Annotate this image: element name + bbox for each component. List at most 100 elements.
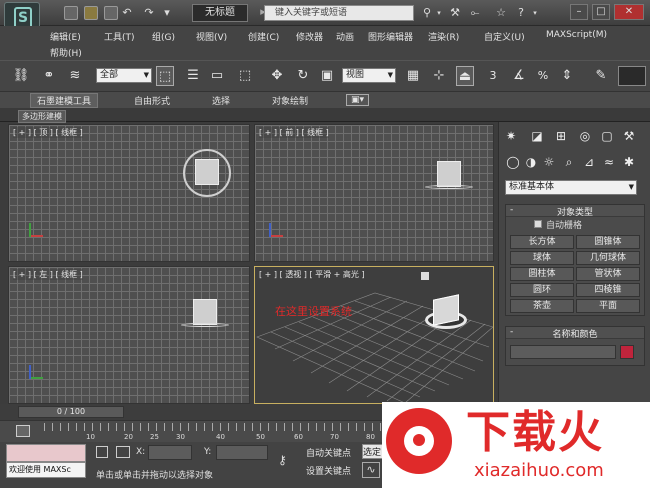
help-icon[interactable]: ? <box>514 7 528 19</box>
menu-customize[interactable]: 自定义(U) <box>484 30 525 43</box>
angle-snap-icon[interactable]: ∡ <box>510 66 528 86</box>
mini-curve-editor-icon[interactable] <box>16 425 30 437</box>
named-selection-field[interactable] <box>618 66 646 86</box>
geometry-icon[interactable]: ◯ <box>505 154 521 170</box>
key-filters-icon[interactable]: ∿ <box>362 462 380 478</box>
viewport-label-front[interactable]: [ + ] [ 前 ] [ 线框 ] <box>259 127 329 138</box>
tab-selection[interactable]: 选择 <box>212 94 230 107</box>
set-key-button[interactable]: 设置关键点 <box>306 464 351 478</box>
redo-icon[interactable]: ↷ <box>142 7 156 19</box>
menu-group[interactable]: 组(G) <box>152 30 175 43</box>
autogrid-checkbox[interactable] <box>534 220 542 228</box>
absolute-mode-icon[interactable] <box>116 446 130 458</box>
maximize-button[interactable]: □ <box>592 4 610 20</box>
menu-animation[interactable]: 动画 <box>336 30 354 43</box>
cone-button[interactable]: 圆锥体 <box>576 235 640 249</box>
space-warps-icon[interactable]: ≈ <box>601 154 617 170</box>
window-crossing-icon[interactable]: ⬚ <box>236 66 254 86</box>
menu-maxscript[interactable]: MAXScript(M) <box>546 30 607 40</box>
bind-space-warp-icon[interactable]: ≋ <box>66 66 84 86</box>
torus-button[interactable]: 圆环 <box>510 283 574 297</box>
link-icon[interactable]: ⛓ <box>12 66 30 86</box>
percent-snap-icon[interactable]: % <box>534 66 552 86</box>
menu-views[interactable]: 视图(V) <box>196 30 227 43</box>
keyboard-shortcut-override-icon[interactable]: ⏏ <box>456 66 474 86</box>
utilities-tab-icon[interactable]: ⚒ <box>621 128 637 144</box>
lock-selection-icon[interactable] <box>96 446 108 458</box>
cylinder-button[interactable]: 圆柱体 <box>510 267 574 281</box>
minimize-button[interactable]: – <box>570 4 588 20</box>
x-coord-field[interactable] <box>148 445 192 460</box>
auto-key-button[interactable]: 自动关键点 <box>306 446 351 460</box>
menu-edit[interactable]: 编辑(E) <box>50 30 81 43</box>
polygon-modeling-panel[interactable]: 多边形建模 <box>18 110 66 123</box>
subscription-icon[interactable]: ⚒ <box>448 7 462 19</box>
tab-graphite-modeling[interactable]: 石墨建模工具 <box>30 93 99 108</box>
communication-center-icon[interactable]: ⟜ <box>468 7 482 19</box>
menu-graph-editors[interactable]: 图形编辑器 <box>368 30 413 43</box>
undo-icon[interactable]: ↶ <box>120 7 134 19</box>
open-file-icon[interactable] <box>84 6 98 20</box>
box-button[interactable]: 长方体 <box>510 235 574 249</box>
ribbon-options-icon[interactable]: ▣▾ <box>346 94 370 106</box>
edit-named-selection-icon[interactable]: ✎ <box>592 66 610 86</box>
shapes-icon[interactable]: ◑ <box>523 154 539 170</box>
y-coord-field[interactable] <box>216 445 268 460</box>
viewport-home-icon[interactable] <box>421 272 429 280</box>
viewport-label-left[interactable]: [ + ] [ 左 ] [ 线框 ] <box>13 269 83 280</box>
select-object-icon[interactable]: ⬚ <box>156 66 174 86</box>
motion-tab-icon[interactable]: ◎ <box>577 128 593 144</box>
binoculars-dropdown-icon[interactable]: ▾ <box>432 7 446 19</box>
sphere-button[interactable]: 球体 <box>510 251 574 265</box>
menu-tools[interactable]: 工具(T) <box>104 30 135 43</box>
scale-icon[interactable]: ▣ <box>318 66 336 86</box>
search-input[interactable]: 键入关键字或短语 <box>264 5 414 21</box>
viewport-label-perspective[interactable]: [ + ] [ 透视 ] [ 平滑 + 高光 ] <box>259 269 365 280</box>
viewport-label-top[interactable]: [ + ] [ 顶 ] [ 线框 ] <box>13 127 83 138</box>
favorites-star-icon[interactable]: ☆ <box>494 7 508 19</box>
spinner-snap-icon[interactable]: ⇕ <box>558 66 576 86</box>
close-button[interactable]: ✕ <box>614 4 644 20</box>
display-tab-icon[interactable]: ▢ <box>599 128 615 144</box>
helpers-icon[interactable]: ⊿ <box>581 154 597 170</box>
pivot-center-icon[interactable]: ▦ <box>404 66 422 86</box>
viewport-left[interactable]: [ + ] [ 左 ] [ 线框 ] <box>8 266 250 404</box>
pyramid-button[interactable]: 四棱锥 <box>576 283 640 297</box>
viewport-front[interactable]: [ + ] [ 前 ] [ 线框 ] <box>254 124 494 262</box>
rectangular-selection-icon[interactable]: ▭ <box>208 66 226 86</box>
select-manipulate-icon[interactable]: ⊹ <box>430 66 448 86</box>
unlink-icon[interactable]: ⚭ <box>40 66 58 86</box>
select-by-name-icon[interactable]: ☰ <box>184 66 202 86</box>
systems-icon[interactable]: ✱ <box>621 154 637 170</box>
teapot-button[interactable]: 茶壶 <box>510 299 574 313</box>
time-slider[interactable]: 0 / 100 <box>18 406 124 418</box>
snaps-toggle-icon[interactable]: 3 <box>484 66 502 86</box>
plane-button[interactable]: 平面 <box>576 299 640 313</box>
lights-icon[interactable]: ☼ <box>541 154 557 170</box>
object-category-dropdown[interactable]: 标准基本体 ▼ <box>505 180 637 195</box>
name-color-header[interactable]: - 名称和颜色 <box>506 327 644 340</box>
object-color-swatch[interactable] <box>620 345 634 359</box>
help-dropdown-icon[interactable]: ▾ <box>528 7 542 19</box>
tube-button[interactable]: 管状体 <box>576 267 640 281</box>
move-icon[interactable]: ✥ <box>268 66 286 86</box>
key-icon[interactable]: ⚷ <box>278 454 300 466</box>
rotate-icon[interactable]: ↻ <box>294 66 312 86</box>
object-name-input[interactable] <box>510 345 616 359</box>
quick-access-dropdown-icon[interactable]: ▾ <box>160 7 174 19</box>
reference-coordinate-dropdown[interactable]: 视图 ▼ <box>342 68 396 83</box>
selection-set-dropdown[interactable]: 选定 <box>362 444 384 459</box>
menu-help[interactable]: 帮助(H) <box>50 46 82 59</box>
selection-filter-dropdown[interactable]: 全部 ▼ <box>96 68 152 83</box>
create-tab-icon[interactable]: ✷ <box>503 128 519 144</box>
modify-tab-icon[interactable]: ◪ <box>529 128 545 144</box>
geosphere-button[interactable]: 几何球体 <box>576 251 640 265</box>
new-file-icon[interactable] <box>64 6 78 20</box>
maxscript-welcome-line[interactable]: 欢迎使用 MAXSc <box>6 462 86 478</box>
tab-object-paint[interactable]: 对象绘制 <box>272 94 308 107</box>
hierarchy-tab-icon[interactable]: ⊞ <box>553 128 569 144</box>
save-icon[interactable] <box>104 6 118 20</box>
object-type-header[interactable]: - 对象类型 <box>506 205 644 218</box>
viewport-perspective[interactable]: [ + ] [ 透视 ] [ 平滑 + 高光 ] 在这里设置系统 <box>254 266 494 404</box>
viewport-top[interactable]: [ + ] [ 顶 ] [ 线框 ] <box>8 124 250 262</box>
